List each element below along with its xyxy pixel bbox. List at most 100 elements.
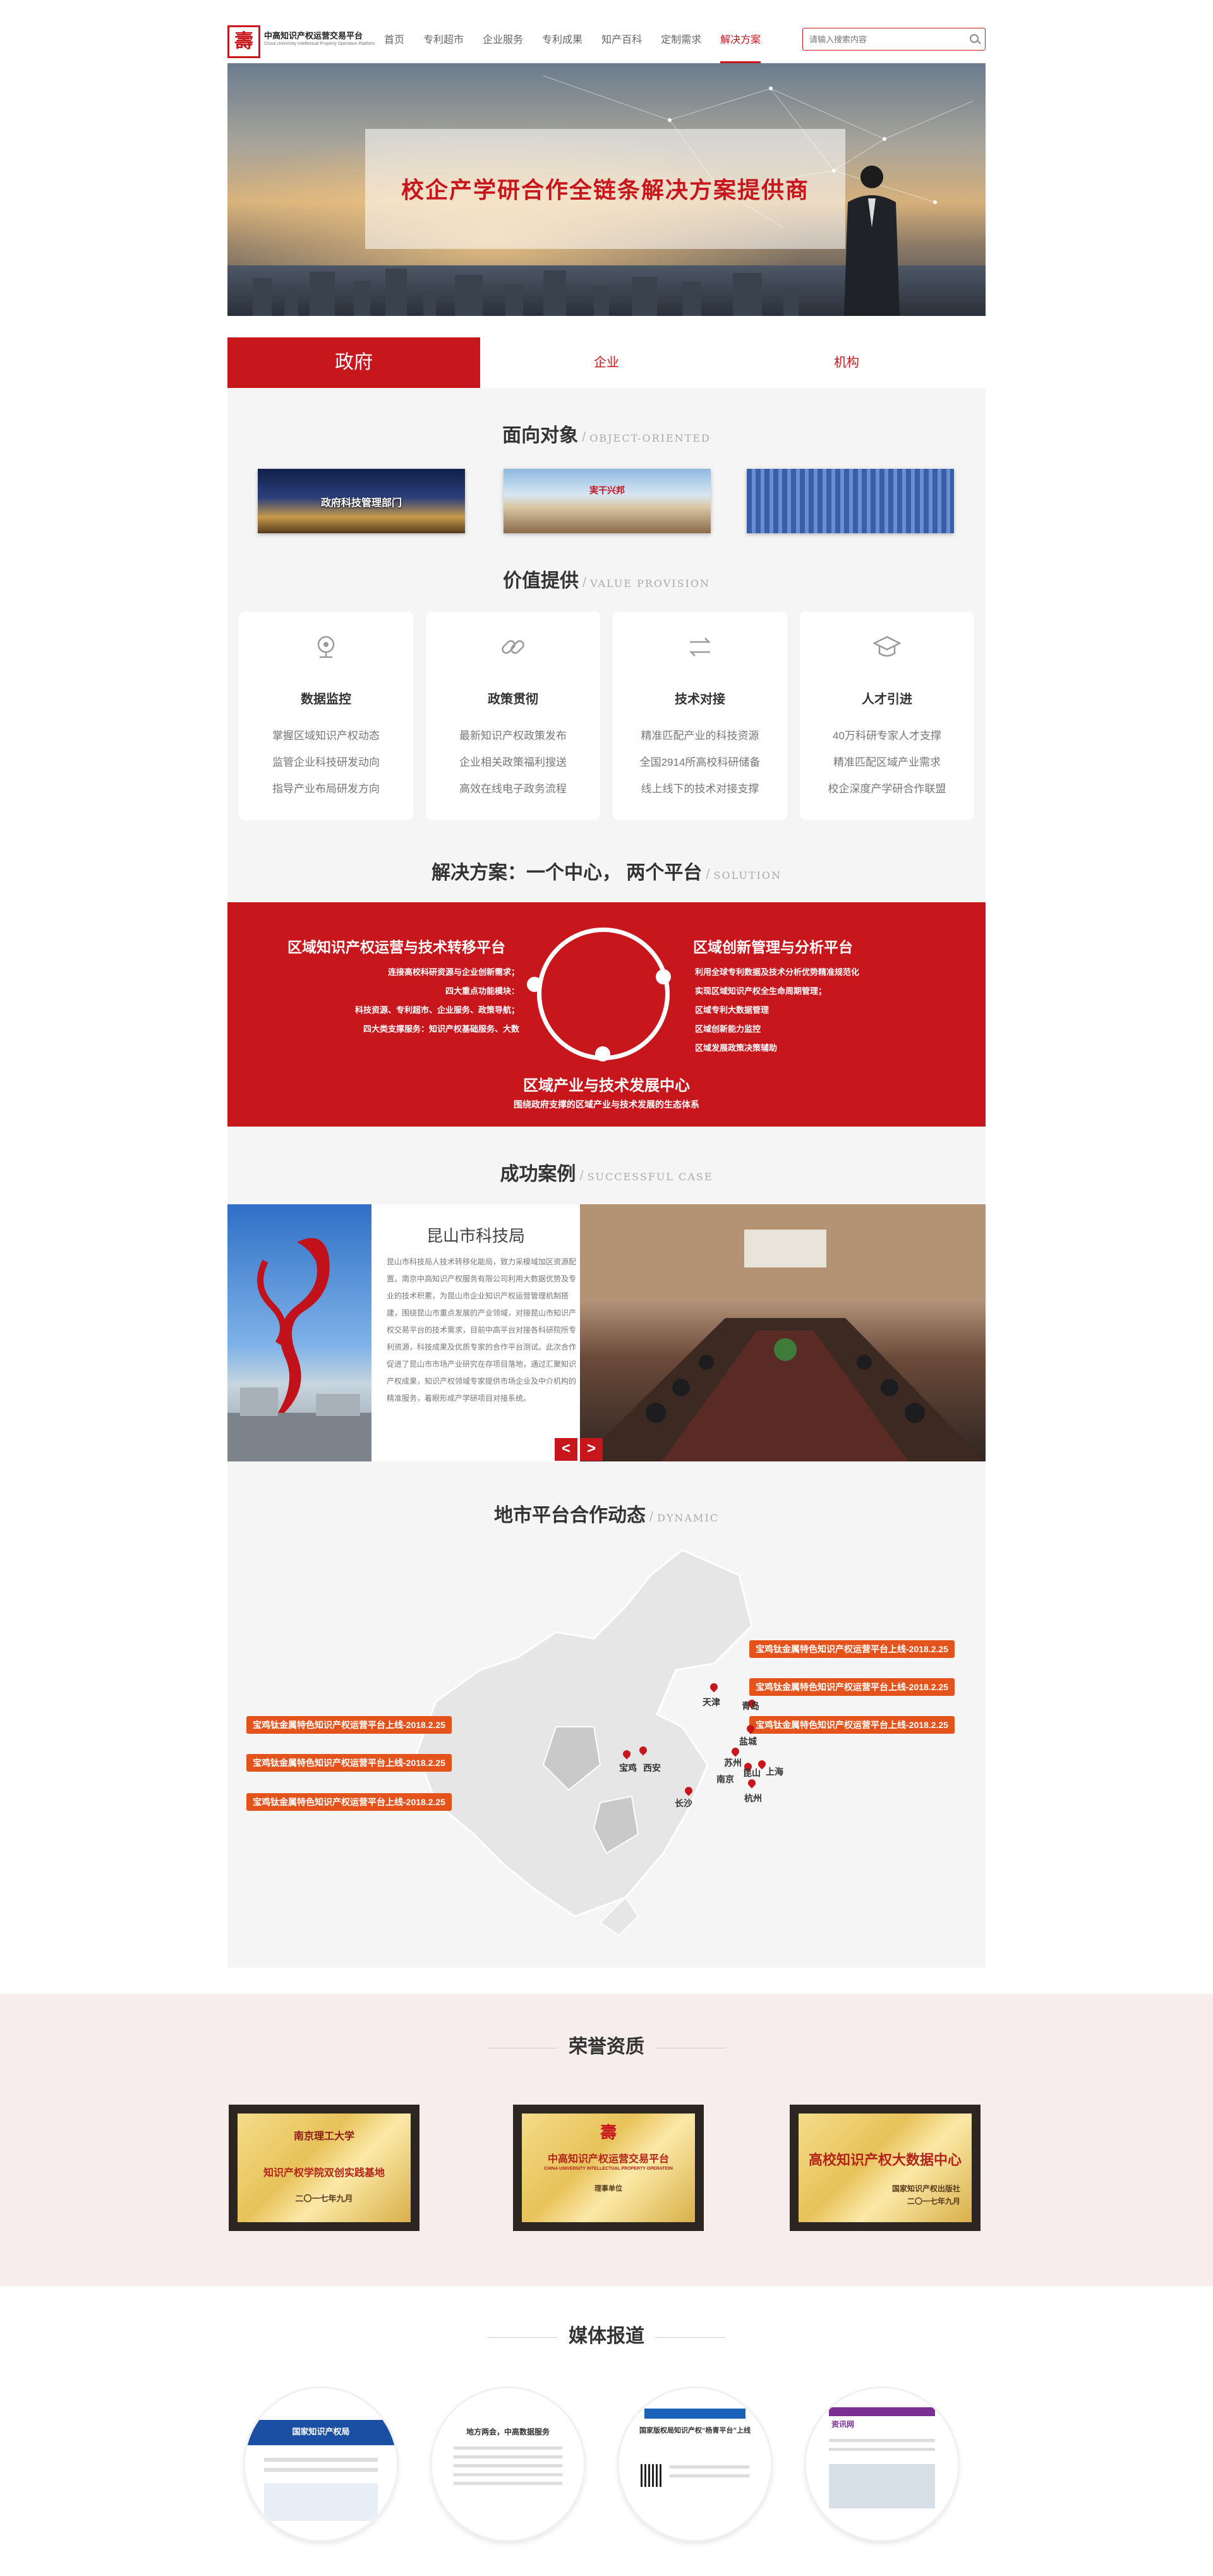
target-label-building: 実干兴邦 [589,485,625,495]
card-line: 精准匹配产业的科技资源 [641,730,759,742]
map-news-label[interactable]: 宝鸡钛金属特色知识产权运营平台上线-2018.2.25 [246,1754,452,1772]
main-nav: 首页 专利超市 企业服务 专利成果 知产百科 定制需求 解决方案 [384,23,780,63]
logo-subtext: China University Intellectual Property O… [264,42,375,46]
city-label: 盐城 [739,1736,757,1746]
city-label: 昆山 [743,1768,761,1778]
map-news-label[interactable]: 宝鸡钛金属特色知识产权运营平台上线-2018.2.25 [246,1716,452,1734]
audience-tabs: 政府 企业 机构 [227,337,986,388]
nav-solutions[interactable]: 解决方案 [720,23,761,63]
case-image-sculpture [227,1204,371,1461]
solution-bottom-title: 区域产业与技术发展中心 [523,1077,690,1094]
case-prev-button[interactable]: < [555,1438,577,1461]
honor-line: 高校知识产权大数据中心 [808,2152,962,2168]
ring-node [656,969,671,984]
meeting-room-graphic [580,1204,986,1461]
businessman-figure [844,166,900,316]
exchange-icon [689,638,711,656]
search-input[interactable] [803,28,961,50]
honor-line: 二〇一七年九月 [295,2194,353,2203]
card-line: 指导产业布局研发方向 [272,783,380,795]
value-card-tech-match[interactable]: 技术对接 精准匹配产业的科技资源 全国2914所高校科研储备 线上线下的技术对接… [613,612,787,820]
honor-line: 中高知识产权运营交易平台 [547,2154,669,2165]
solution-diagram: 区域知识产权运营与技术转移平台 连接高校科研资源与企业创新需求； 四大重点功能模… [227,902,986,1127]
honor-line: 知识产权学院双创实践基地 [263,2168,385,2179]
media-item[interactable]: 国家版权局知识产权“杨青平台”上线 [619,2388,771,2540]
map-news-label[interactable]: 宝鸡钛金属特色知识产权运营平台上线-2018.2.25 [246,1793,452,1811]
honors-section: 荣誉资质 南京理工大学 知识产权学院双创实践基地 二〇一七年九月 壽 中高知识产… [0,1994,1213,2286]
object-section: 面向对象 / Object-oriented 政府科技管理部门 実干兴邦 [227,388,986,552]
tab-institution[interactable]: 机构 [720,337,973,388]
card-line: 全国2914所高校科研储备 [639,756,761,768]
search-icon[interactable] [970,34,979,43]
solution-ring [537,928,670,1060]
ring-node [595,1046,610,1061]
honor-plaque-bigdata[interactable]: 高校知识产权大数据中心 国家知识产权出版社 二〇一七年九月 [790,2105,981,2231]
media-item-caption: 地方两会，中高数据服务 [466,2428,550,2436]
honor-line: CHINA UNIVERSITY INTELLECTUAL PROPERTY O… [544,2167,673,2171]
nav-home[interactable]: 首页 [384,23,404,63]
city-label: 西安 [643,1763,661,1773]
logo-icon[interactable]: 壽 [227,25,260,58]
object-section-title: 面向对象 / Object-oriented [502,425,711,446]
value-section-title: 价值提供 / Value provision [502,571,711,591]
honor-line: 南京理工大学 [293,2130,354,2142]
media-item[interactable]: 国家知识产权局 [245,2388,397,2540]
card-line: 最新知识产权政策发布 [459,730,567,742]
tab-government[interactable]: 政府 [227,337,480,388]
city-label: 长沙 [675,1798,692,1808]
card-line: 校企深度产学研合作联盟 [828,783,946,795]
target-image-building: 実干兴邦 [504,469,711,533]
city-label: 上海 [766,1767,783,1777]
solution-left-line: 四大重点功能模块： [445,986,519,996]
city-label: 天津 [703,1697,720,1707]
site-header: 壽 中高知识产权运营交易平台 China University Intellec… [227,0,986,63]
media-item[interactable]: 地方两会，中高数据服务 [432,2388,584,2540]
target-image-office [747,469,954,533]
case-next-button[interactable]: > [580,1438,603,1461]
card-title: 人才引进 [862,692,912,706]
case-section-title: 成功案例 / Successful case [500,1164,713,1185]
nav-ip-wiki[interactable]: 知产百科 [601,23,642,63]
tab-enterprise[interactable]: 企业 [480,337,733,388]
monitor-icon [317,636,335,658]
honor-logo-icon: 壽 [600,2123,617,2142]
value-card-data-monitor[interactable]: 数据监控 掌握区域知识产权动态 监管企业科技研发动向 指导产业布局研发方向 [239,612,413,820]
card-line: 高效在线电子政务流程 [459,783,567,795]
card-title: 政策贯彻 [488,692,538,706]
nav-patent-market[interactable]: 专利超市 [423,23,464,63]
solution-left-line: 四大类支撑服务：知识产权基础服务、大数 [363,1024,519,1034]
card-line: 掌握区域知识产权动态 [272,730,380,742]
graduation-cap-icon [872,636,902,657]
city-label: 青岛 [742,1701,759,1711]
value-card-policy[interactable]: 政策贯彻 最新知识产权政策发布 企业相关政策福利搜送 高效在线电子政务流程 [426,612,600,820]
media-item-caption: 国家版权局知识产权“杨青平台”上线 [639,2427,751,2434]
city-label: 宝鸡 [619,1763,637,1773]
solution-right-line: 区域发展政策决策辅助 [695,1043,778,1053]
media-item-caption: 国家知识产权局 [292,2427,350,2436]
solution-left-line: 科技资源、专利超市、企业服务、政策导航； [354,1005,519,1015]
target-label-government: 政府科技管理部门 [320,498,402,509]
honors-title: 荣誉资质 [0,2031,1213,2059]
honor-plaque-njust[interactable]: 南京理工大学 知识产权学院双创实践基地 二〇一七年九月 [229,2105,419,2231]
media-item[interactable]: 资讯网 [806,2388,958,2540]
ring-node [527,977,542,992]
honor-plaque-platform[interactable]: 壽 中高知识产权运营交易平台 CHINA UNIVERSITY INTELLEC… [513,2105,704,2231]
value-card-talent[interactable]: 人才引进 40万科研专家人才支撑 精准匹配区域产业需求 校企深度产学研合作联盟 [800,612,974,820]
media-item-caption: 资讯网 [831,2420,855,2429]
solution-left-line: 连接高校科研资源与企业创新需求； [387,967,519,977]
solution-bottom-subtitle: 围绕政府支撑的区域产业与技术发展的生态体系 [514,1099,699,1110]
nav-custom-demand[interactable]: 定制需求 [661,23,701,63]
honor-line: 理事单位 [594,2185,622,2192]
map-news-label[interactable]: 宝鸡钛金属特色知识产权运营平台上线-2018.2.25 [749,1640,955,1658]
china-map-graphic [416,1549,753,1937]
map-news-label[interactable]: 宝鸡钛金属特色知识产权运营平台上线-2018.2.25 [749,1678,955,1696]
city-label: 苏州 [724,1758,742,1768]
case-heading: 成功案例 / Successful case [227,1127,986,1204]
map-news-label[interactable]: 宝鸡钛金属特色知识产权运营平台上线-2018.2.25 [749,1716,955,1734]
hero-title: 校企产学研合作全链条解决方案提供商 [401,177,809,203]
nav-enterprise-service[interactable]: 企业服务 [483,23,523,63]
logo-text[interactable]: 中高知识产权运营交易平台 [264,29,363,41]
nav-patent-results[interactable]: 专利成果 [542,23,582,63]
phoenix-sculpture-graphic [227,1238,371,1461]
solution-right-line: 区域创新能力监控 [695,1024,761,1034]
